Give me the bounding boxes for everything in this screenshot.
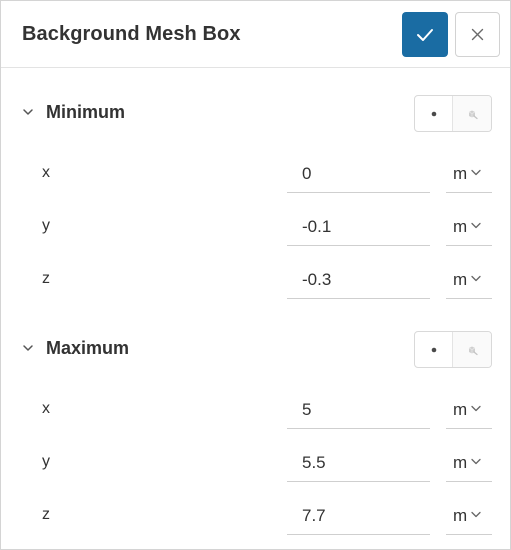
- maximum-x-input[interactable]: 5: [287, 383, 430, 429]
- unit-select[interactable]: m: [446, 383, 492, 429]
- close-button[interactable]: [455, 12, 500, 57]
- check-icon: [417, 28, 433, 41]
- maximum-point-toggle: [414, 331, 492, 368]
- axis-label: x: [42, 400, 50, 417]
- maximum-y-input[interactable]: 5.5: [287, 436, 430, 482]
- minimum-point-toggle: [414, 95, 492, 132]
- unit-select[interactable]: m: [446, 200, 492, 246]
- maximum-row-y: y 5.5 m: [1, 436, 510, 489]
- chevron-down-icon: [23, 345, 33, 351]
- minimum-x-input[interactable]: 0: [287, 147, 430, 193]
- chevron-down-icon: [23, 109, 33, 115]
- unit-value: m: [453, 506, 468, 525]
- unit-value: m: [453, 400, 468, 419]
- chevron-down-icon: [471, 511, 481, 518]
- section-maximum-label: Maximum: [46, 338, 130, 358]
- point-mode-button[interactable]: [415, 96, 454, 131]
- confirm-button[interactable]: [402, 12, 448, 57]
- chevron-down-icon: [471, 275, 481, 282]
- unit-value: m: [453, 217, 468, 236]
- axis-label: z: [42, 506, 50, 523]
- unit-select[interactable]: m: [446, 253, 492, 299]
- panel-title: Background Mesh Box: [22, 23, 241, 45]
- axis-label: z: [42, 270, 50, 287]
- minimum-row-x: x 0 m: [1, 147, 510, 200]
- minimum-z-input[interactable]: -0.3: [287, 253, 430, 299]
- minimum-y-input[interactable]: -0.1: [287, 200, 430, 246]
- minimum-row-y: y -0.1 m: [1, 200, 510, 253]
- panel-header: Background Mesh Box: [1, 1, 510, 68]
- close-icon: [471, 28, 484, 41]
- unit-value: m: [453, 164, 468, 183]
- unit-select[interactable]: m: [446, 489, 492, 535]
- axis-label: x: [42, 164, 50, 181]
- section-minimum-label: Minimum: [46, 102, 125, 122]
- section-minimum-header[interactable]: Minimum: [1, 92, 510, 132]
- unit-select[interactable]: m: [446, 436, 492, 482]
- axis-label: y: [42, 217, 50, 234]
- background-mesh-box-panel: Background Mesh Box Minimum x 0 m y -0.1…: [0, 0, 511, 550]
- point-mode-button[interactable]: [415, 332, 454, 367]
- pick-point-button[interactable]: [453, 332, 491, 367]
- unit-select[interactable]: m: [446, 147, 492, 193]
- dot-icon: [431, 111, 436, 116]
- maximum-z-input[interactable]: 7.7: [287, 489, 430, 535]
- chevron-down-icon: [471, 405, 481, 412]
- maximum-row-z: z 7.7 m: [1, 489, 510, 542]
- chevron-down-icon: [471, 169, 481, 176]
- unit-value: m: [453, 453, 468, 472]
- cube-pick-icon: [468, 346, 478, 355]
- cube-pick-icon: [468, 110, 478, 119]
- chevron-down-icon: [471, 222, 481, 229]
- unit-value: m: [453, 270, 468, 289]
- minimum-row-z: z -0.3 m: [1, 253, 510, 306]
- maximum-row-x: x 5 m: [1, 383, 510, 436]
- dot-icon: [431, 347, 436, 352]
- pick-point-button[interactable]: [453, 96, 491, 131]
- chevron-down-icon: [471, 458, 481, 465]
- axis-label: y: [42, 453, 50, 470]
- section-maximum-header[interactable]: Maximum: [1, 328, 510, 368]
